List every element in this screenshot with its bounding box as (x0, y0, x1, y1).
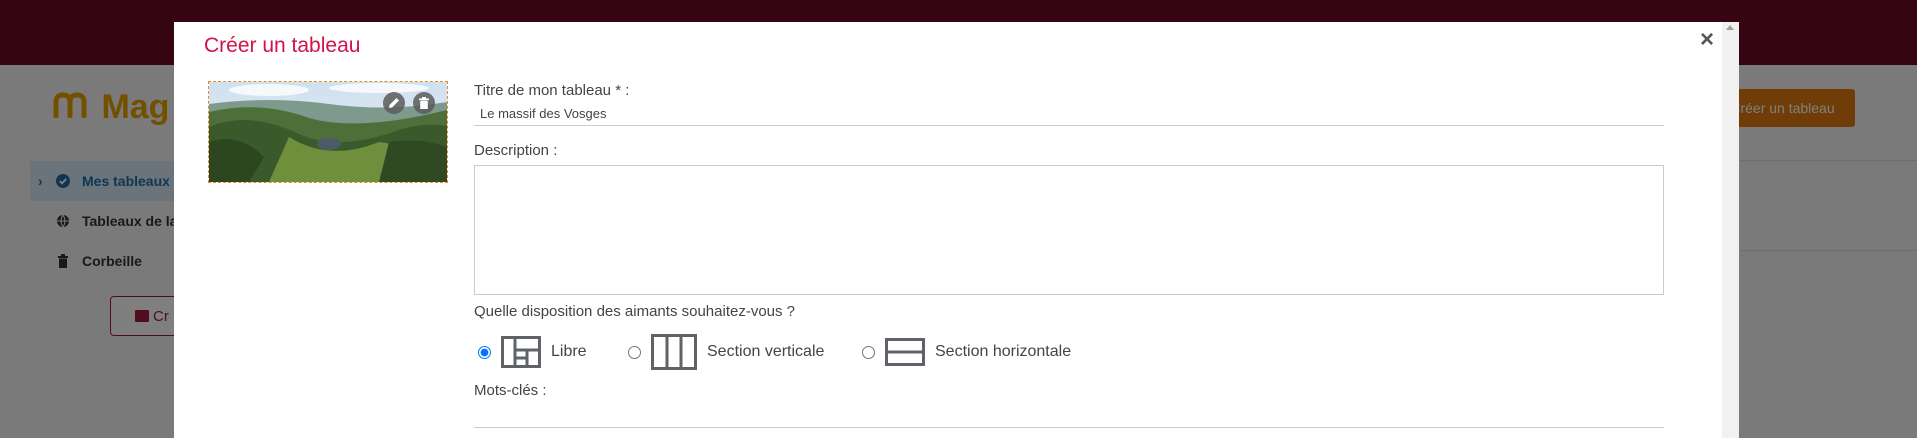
horizontal-sections-icon (885, 338, 925, 366)
horizontal-radio[interactable] (862, 345, 875, 359)
horizontal-label: Section horizontale (935, 343, 1072, 360)
board-title-input[interactable] (474, 102, 1664, 126)
libre-radio[interactable] (478, 345, 491, 359)
vertical-label: Section verticale (707, 343, 825, 360)
layout-option-libre[interactable]: Libre (478, 334, 587, 370)
create-board-modal: Créer un tableau × Titre de mon tableau … (174, 22, 1739, 438)
trash-icon (419, 97, 429, 109)
pencil-icon (389, 98, 399, 108)
layout-option-vertical[interactable]: Section verticale (628, 334, 824, 370)
libre-label: Libre (551, 343, 587, 360)
modal-scrollbar[interactable] (1722, 22, 1739, 438)
board-thumbnail[interactable] (208, 81, 448, 183)
keywords-label: Mots-clés : (474, 382, 547, 399)
scroll-up-arrow-icon[interactable] (1726, 25, 1734, 30)
description-textarea[interactable] (474, 165, 1664, 295)
close-icon[interactable]: × (1694, 26, 1720, 53)
title-label: Titre de mon tableau * : (474, 82, 630, 99)
layout-option-horizontal[interactable]: Section horizontale (862, 334, 1071, 370)
vertical-radio[interactable] (628, 345, 641, 359)
edit-image-button[interactable] (383, 92, 405, 114)
delete-image-button[interactable] (413, 92, 435, 114)
layout-question: Quelle disposition des aimants souhaitez… (474, 303, 796, 320)
free-layout-icon (501, 336, 541, 368)
description-label: Description : (474, 142, 558, 159)
modal-title: Créer un tableau (204, 34, 361, 57)
vertical-sections-icon (651, 334, 697, 370)
keywords-input[interactable] (474, 427, 1664, 428)
thumbnail-image (209, 82, 447, 182)
